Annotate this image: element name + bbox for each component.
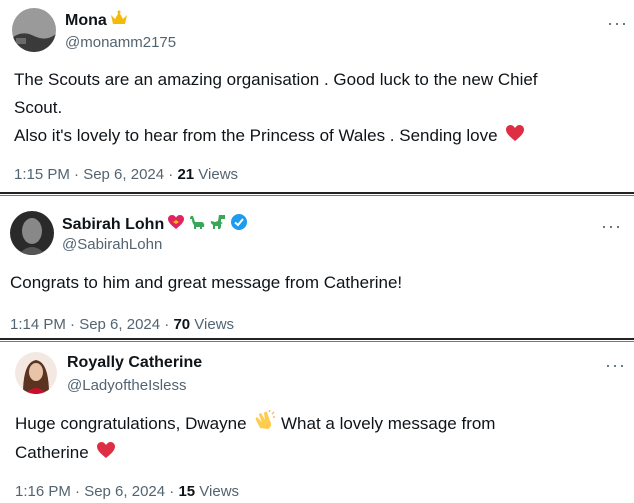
display-name[interactable]: Mona (65, 12, 107, 30)
heart-with-ribbon-icon (167, 213, 185, 236)
more-options-icon[interactable]: ··· (607, 14, 628, 32)
clapping-hands-icon (254, 409, 276, 439)
avatar[interactable] (15, 352, 57, 394)
views-count: 15 (178, 483, 196, 500)
t-rex-icon (209, 213, 227, 236)
timestamp[interactable]: 1:14 PM · Sep 6, 2024 · (10, 316, 173, 333)
tweet-card[interactable]: Sabirah Lohn @SabirahLohn ··· Congrats t… (0, 196, 634, 338)
views-label: Views (190, 316, 235, 333)
tweet-metadata[interactable]: 1:15 PM · Sep 6, 2024 · 21 Views (14, 166, 238, 183)
avatar[interactable] (10, 211, 54, 255)
tweet-text: Huge congratulations, Dwayne What a love… (15, 409, 625, 468)
timestamp[interactable]: 1:15 PM · Sep 6, 2024 · (14, 166, 177, 183)
handle[interactable]: @SabirahLohn (62, 236, 162, 253)
separator (0, 338, 634, 340)
display-name[interactable]: Sabirah Lohn (62, 216, 164, 234)
tweet-metadata[interactable]: 1:14 PM · Sep 6, 2024 · 70 Views (10, 316, 234, 333)
red-heart-icon (505, 123, 525, 151)
timestamp[interactable]: 1:16 PM · Sep 6, 2024 · (15, 483, 178, 500)
red-heart-icon (96, 440, 116, 468)
handle[interactable]: @monamm2175 (65, 34, 176, 51)
verified-badge-icon (230, 213, 248, 236)
tweet-card[interactable]: Royally Catherine @LadyoftheIsless ··· H… (0, 342, 634, 503)
separator (0, 192, 634, 194)
tweet-metadata[interactable]: 1:16 PM · Sep 6, 2024 · 15 Views (15, 483, 239, 500)
views-count: 70 (173, 316, 191, 333)
tweet-card[interactable]: Mona @monamm2175 ··· The Scouts are an a… (0, 0, 634, 192)
tweet-text: Congrats to him and great message from C… (10, 273, 403, 292)
avatar[interactable] (12, 8, 56, 52)
display-name[interactable]: Royally Catherine (67, 354, 202, 372)
views-label: Views (194, 166, 239, 183)
more-options-icon[interactable]: ··· (605, 356, 626, 374)
views-count: 21 (177, 166, 195, 183)
more-options-icon[interactable]: ··· (601, 217, 622, 235)
tweet-text: The Scouts are an amazing organisation .… (14, 66, 624, 151)
crown-icon (110, 10, 128, 31)
handle[interactable]: @LadyoftheIsless (67, 377, 186, 394)
sauropod-icon (188, 213, 206, 236)
views-label: Views (195, 483, 240, 500)
